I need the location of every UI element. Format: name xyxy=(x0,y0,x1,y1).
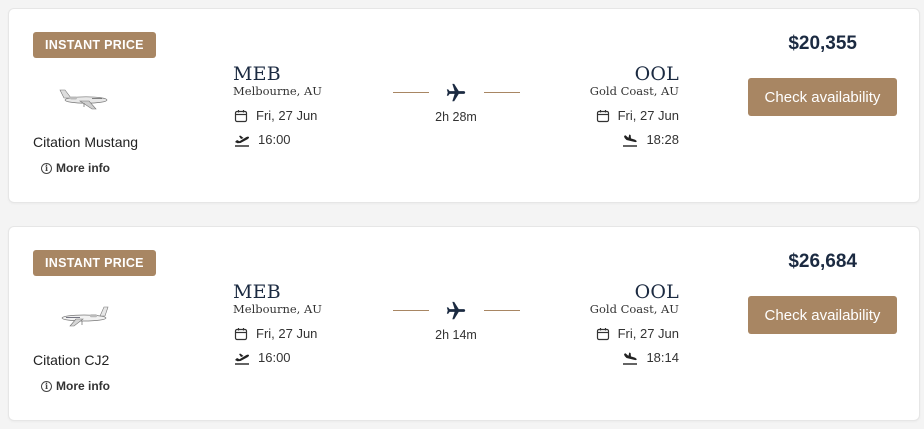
arrival-date: Fri, 27 Jun xyxy=(596,108,679,123)
check-availability-button[interactable]: Check availability xyxy=(748,78,897,116)
arrival-city: Gold Coast, AU xyxy=(589,302,679,316)
arrival-time: 18:14 xyxy=(622,350,679,365)
calendar-icon xyxy=(596,327,609,340)
route-line-left xyxy=(393,310,429,311)
departure-time-text: 16:00 xyxy=(258,350,291,365)
departure-city: Melbourne, AU xyxy=(233,84,322,98)
flight-card: INSTANT PRICE Citation CJ2 i More info M… xyxy=(8,226,920,421)
calendar-icon xyxy=(596,109,609,122)
departure-date: Fri, 27 Jun xyxy=(234,326,317,341)
arrival-time-text: 18:14 xyxy=(646,350,679,365)
arrival-date: Fri, 27 Jun xyxy=(596,326,679,341)
route-line-left xyxy=(393,92,429,93)
price: $26,684 xyxy=(788,251,857,272)
arrival-city: Gold Coast, AU xyxy=(589,84,679,98)
departure-date: Fri, 27 Jun xyxy=(234,108,317,123)
departure-date-text: Fri, 27 Jun xyxy=(256,326,318,341)
info-icon: i xyxy=(41,380,52,392)
flight-duration: 2h 14m xyxy=(435,328,477,342)
check-availability-button[interactable]: Check availability xyxy=(748,296,897,334)
departure-time: 16:00 xyxy=(234,350,291,365)
arrival-time-text: 18:28 xyxy=(646,132,679,147)
more-info-label: More info xyxy=(56,161,110,175)
landing-icon xyxy=(623,134,638,147)
landing-icon xyxy=(623,352,638,365)
airplane-icon xyxy=(445,82,467,104)
more-info-link[interactable]: i More info xyxy=(41,379,110,393)
arrival-date-text: Fri, 27 Jun xyxy=(617,108,679,123)
arrival-date-text: Fri, 27 Jun xyxy=(617,326,679,341)
departure-city: Melbourne, AU xyxy=(233,302,322,316)
aircraft-image xyxy=(56,83,112,113)
departure-code: MEB xyxy=(233,63,281,85)
route-line-right xyxy=(484,92,520,93)
arrival-code: OOL xyxy=(634,63,679,85)
price: $20,355 xyxy=(788,33,857,54)
calendar-icon xyxy=(234,327,248,340)
instant-price-badge: INSTANT PRICE xyxy=(33,250,156,276)
takeoff-icon xyxy=(235,135,250,147)
aircraft-name: Citation Mustang xyxy=(33,134,139,150)
flight-duration: 2h 28m xyxy=(435,110,477,124)
departure-date-text: Fri, 27 Jun xyxy=(256,108,318,123)
instant-price-badge: INSTANT PRICE xyxy=(33,32,156,58)
aircraft-name: Citation CJ2 xyxy=(33,352,110,368)
more-info-label: More info xyxy=(56,379,110,393)
airplane-icon xyxy=(445,300,467,322)
calendar-icon xyxy=(234,109,248,122)
arrival-time: 18:28 xyxy=(622,132,679,147)
route-line-right xyxy=(484,310,520,311)
info-icon: i xyxy=(41,162,52,174)
takeoff-icon xyxy=(235,353,250,365)
departure-time: 16:00 xyxy=(234,132,291,147)
more-info-link[interactable]: i More info xyxy=(41,161,110,175)
departure-code: MEB xyxy=(233,281,281,303)
departure-time-text: 16:00 xyxy=(258,132,291,147)
aircraft-image xyxy=(56,301,112,331)
arrival-code: OOL xyxy=(634,281,679,303)
flight-card: INSTANT PRICE Citation Mustang i More in… xyxy=(8,8,920,203)
